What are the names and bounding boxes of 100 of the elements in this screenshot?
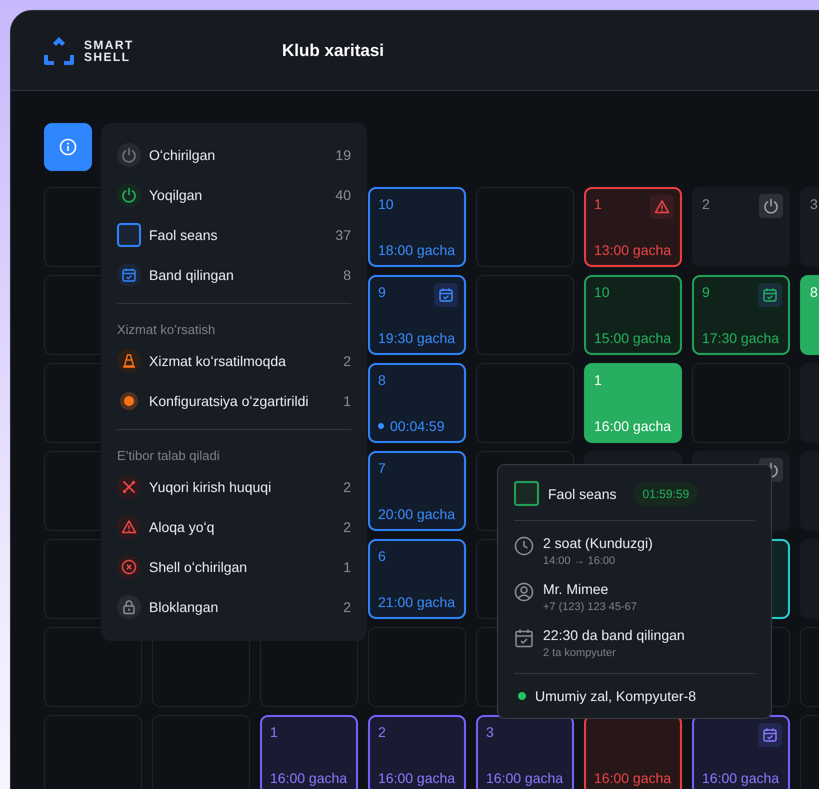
computer-tile[interactable]: 1 16:00 gacha — [260, 715, 358, 789]
legend-count: 8 — [343, 267, 351, 283]
warning-icon — [117, 515, 141, 539]
dot-icon — [117, 389, 141, 413]
tile-number: 1 — [594, 196, 602, 212]
tile-number: 3 — [486, 724, 494, 740]
computer-tile[interactable]: 3 16:00 gacha — [476, 715, 574, 789]
status-dot — [518, 692, 526, 700]
legend-label: Oʻchirilgan — [149, 147, 216, 163]
computer-tile[interactable]: 8 — [800, 275, 819, 355]
tile-number: 7 — [378, 460, 386, 476]
legend-count: 2 — [343, 479, 351, 495]
tile-number: 10 — [594, 284, 610, 300]
user-icon — [514, 582, 534, 602]
computer-tile[interactable]: 6 21:00 gacha — [368, 539, 466, 619]
computer-tile[interactable]: 2 — [692, 187, 790, 267]
x-circle-icon — [117, 555, 141, 579]
legend-count: 19 — [335, 147, 351, 163]
tile-number: 8 — [378, 372, 386, 388]
tile-time: 20:00 gacha — [378, 506, 456, 522]
status-dot — [378, 423, 384, 429]
lock-icon — [117, 595, 141, 619]
tile-time: 16:00 gacha — [594, 770, 672, 786]
computer-tile[interactable]: 1 13:00 gacha — [584, 187, 682, 267]
empty-tile[interactable] — [476, 275, 574, 355]
tile-number: 8 — [810, 284, 818, 300]
legend-label: Band qilingan — [149, 267, 235, 283]
tile-number: 10 — [378, 196, 394, 212]
empty-tile[interactable] — [476, 187, 574, 267]
logo-icon — [42, 34, 76, 66]
legend-count: 1 — [343, 559, 351, 575]
tile-number: 3 — [810, 196, 818, 212]
tile-number: 9 — [378, 284, 386, 300]
detail-text: Mr. Mimee — [543, 581, 610, 597]
legend-label: Yoqilgan — [149, 187, 204, 203]
info-button[interactable] — [44, 123, 92, 171]
detail-subtext: +7 (123) 123 45-67 — [543, 601, 637, 613]
legend-label: Aloqa yoʻq — [149, 519, 216, 535]
legend-label: Yuqori kirish huquqi — [149, 479, 272, 495]
calendar-icon — [514, 628, 534, 648]
computer-tile[interactable]: 10 18:00 gacha — [368, 187, 466, 267]
empty-tile[interactable] — [476, 363, 574, 443]
computer-tile[interactable]: 9 19:30 gacha — [368, 275, 466, 355]
tile-time: 13:00 gacha — [594, 242, 672, 258]
detail-text: 2 soat (Kunduzgi) — [543, 535, 653, 551]
legend-label: Bloklangan — [149, 599, 220, 615]
legend-count: 2 — [343, 353, 351, 369]
computer-tile[interactable]: 7 20:00 gacha — [368, 451, 466, 531]
tile-time: 21:00 gacha — [378, 594, 456, 610]
section-heading: Xizmat koʻrsatish — [117, 321, 216, 339]
computer-tile[interactable]: 10 15:00 gacha — [584, 275, 682, 355]
tile-time: 18:00 gacha — [378, 242, 456, 258]
computer-tile[interactable]: 3 — [800, 187, 819, 267]
legend-label: Konfiguratsiya oʻzgartirildi — [149, 393, 310, 409]
cone-icon — [117, 349, 141, 373]
legend-label: Xizmat koʻrsatilmoqda — [149, 353, 287, 369]
tile-time: 15:00 gacha — [594, 330, 672, 346]
calendar-icon — [117, 263, 141, 287]
tile-number: 2 — [702, 196, 710, 212]
tile-time: 16:00 gacha — [378, 770, 456, 786]
detail-subtext: 14:00 → 16:00 — [543, 555, 616, 567]
legend-count: 40 — [335, 187, 351, 203]
tile-number: 2 — [378, 724, 386, 740]
computer-tile[interactable]: 16:00 gacha — [692, 715, 790, 789]
info-icon — [59, 138, 77, 156]
logo-text: SHELL — [84, 50, 132, 62]
timer-pill: 01:59:59 — [633, 482, 698, 506]
tile-time: 19:30 gacha — [378, 330, 456, 346]
logo-text: SMART — [84, 38, 134, 50]
tile-number: 1 — [594, 372, 602, 388]
tile-time: 17:30 gacha — [702, 330, 780, 346]
computer-tile[interactable]: 1 16:00 gacha — [584, 363, 682, 443]
tile-number: 1 — [270, 724, 278, 740]
section-heading: E’tibor talab qiladi — [117, 447, 221, 465]
tile-time: 16:00 gacha — [702, 770, 780, 786]
legend-count: 2 — [343, 599, 351, 615]
detail-text: 22:30 da band qilingan — [543, 627, 685, 643]
session-status: Faol seans — [548, 486, 616, 502]
computer-tile[interactable]: 9 17:30 gacha — [692, 275, 790, 355]
legend-label: Faol seans — [149, 227, 218, 243]
empty-tile[interactable] — [44, 715, 142, 789]
computer-tile[interactable]: 2 16:00 gacha — [368, 715, 466, 789]
legend-count: 37 — [335, 227, 351, 243]
empty-tile[interactable] — [692, 363, 790, 443]
empty-tile[interactable] — [44, 627, 142, 707]
square-icon — [514, 481, 539, 506]
tile-time: 16:00 gacha — [486, 770, 564, 786]
page-title: Klub xaritasi — [282, 40, 384, 60]
legend-label: Shell oʻchirilgan — [149, 559, 248, 575]
tile-time: 00:04:59 — [390, 418, 444, 434]
tools-icon — [117, 475, 141, 499]
computer-tile[interactable]: 8 00:04:59 — [368, 363, 466, 443]
power-icon — [117, 183, 141, 207]
power-icon — [117, 143, 141, 167]
tile-time: 16:00 gacha — [594, 418, 672, 434]
tile-time: 16:00 gacha — [270, 770, 348, 786]
detail-subtext: 2 ta kompyuter — [543, 647, 617, 659]
legend-count: 2 — [343, 519, 351, 535]
empty-tile[interactable] — [368, 627, 466, 707]
square-icon — [117, 223, 141, 247]
